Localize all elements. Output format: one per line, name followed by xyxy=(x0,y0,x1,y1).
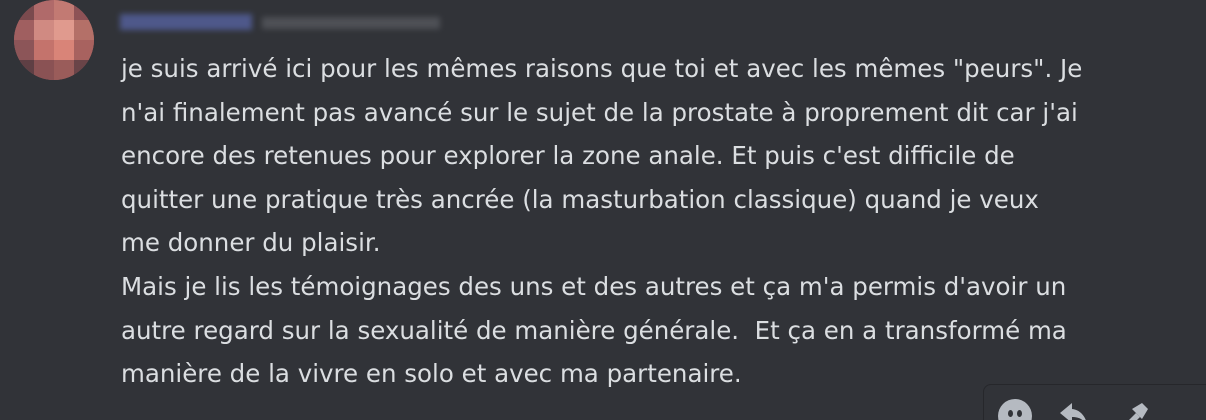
message-content: je suis arrivé ici pour les mêmes raison… xyxy=(121,47,1191,396)
timestamp-redacted xyxy=(262,17,440,29)
message-line: je suis arrivé ici pour les mêmes raison… xyxy=(121,54,1083,83)
message-line: autre regard sur la sexualité de manière… xyxy=(121,315,1067,345)
chat-message: je suis arrivé ici pour les mêmes raison… xyxy=(0,0,1206,420)
add-reaction-icon[interactable] xyxy=(984,397,1032,420)
message-line: me donner du plaisir. xyxy=(121,228,381,258)
message-line: Mais je lis les témoignages des uns et d… xyxy=(121,271,1067,301)
username-redacted[interactable] xyxy=(120,14,252,30)
avatar[interactable] xyxy=(14,0,94,80)
forward-icon[interactable] xyxy=(1114,397,1154,420)
message-line: n'ai finalement pas avancé sur le sujet … xyxy=(121,97,1078,127)
message-line: quitter une pratique très ancrée (la mas… xyxy=(121,184,1039,214)
reply-icon[interactable] xyxy=(1054,397,1094,420)
message-line: encore des retenues pour explorer la zon… xyxy=(121,141,1015,171)
message-actions-toolbar xyxy=(983,384,1206,420)
